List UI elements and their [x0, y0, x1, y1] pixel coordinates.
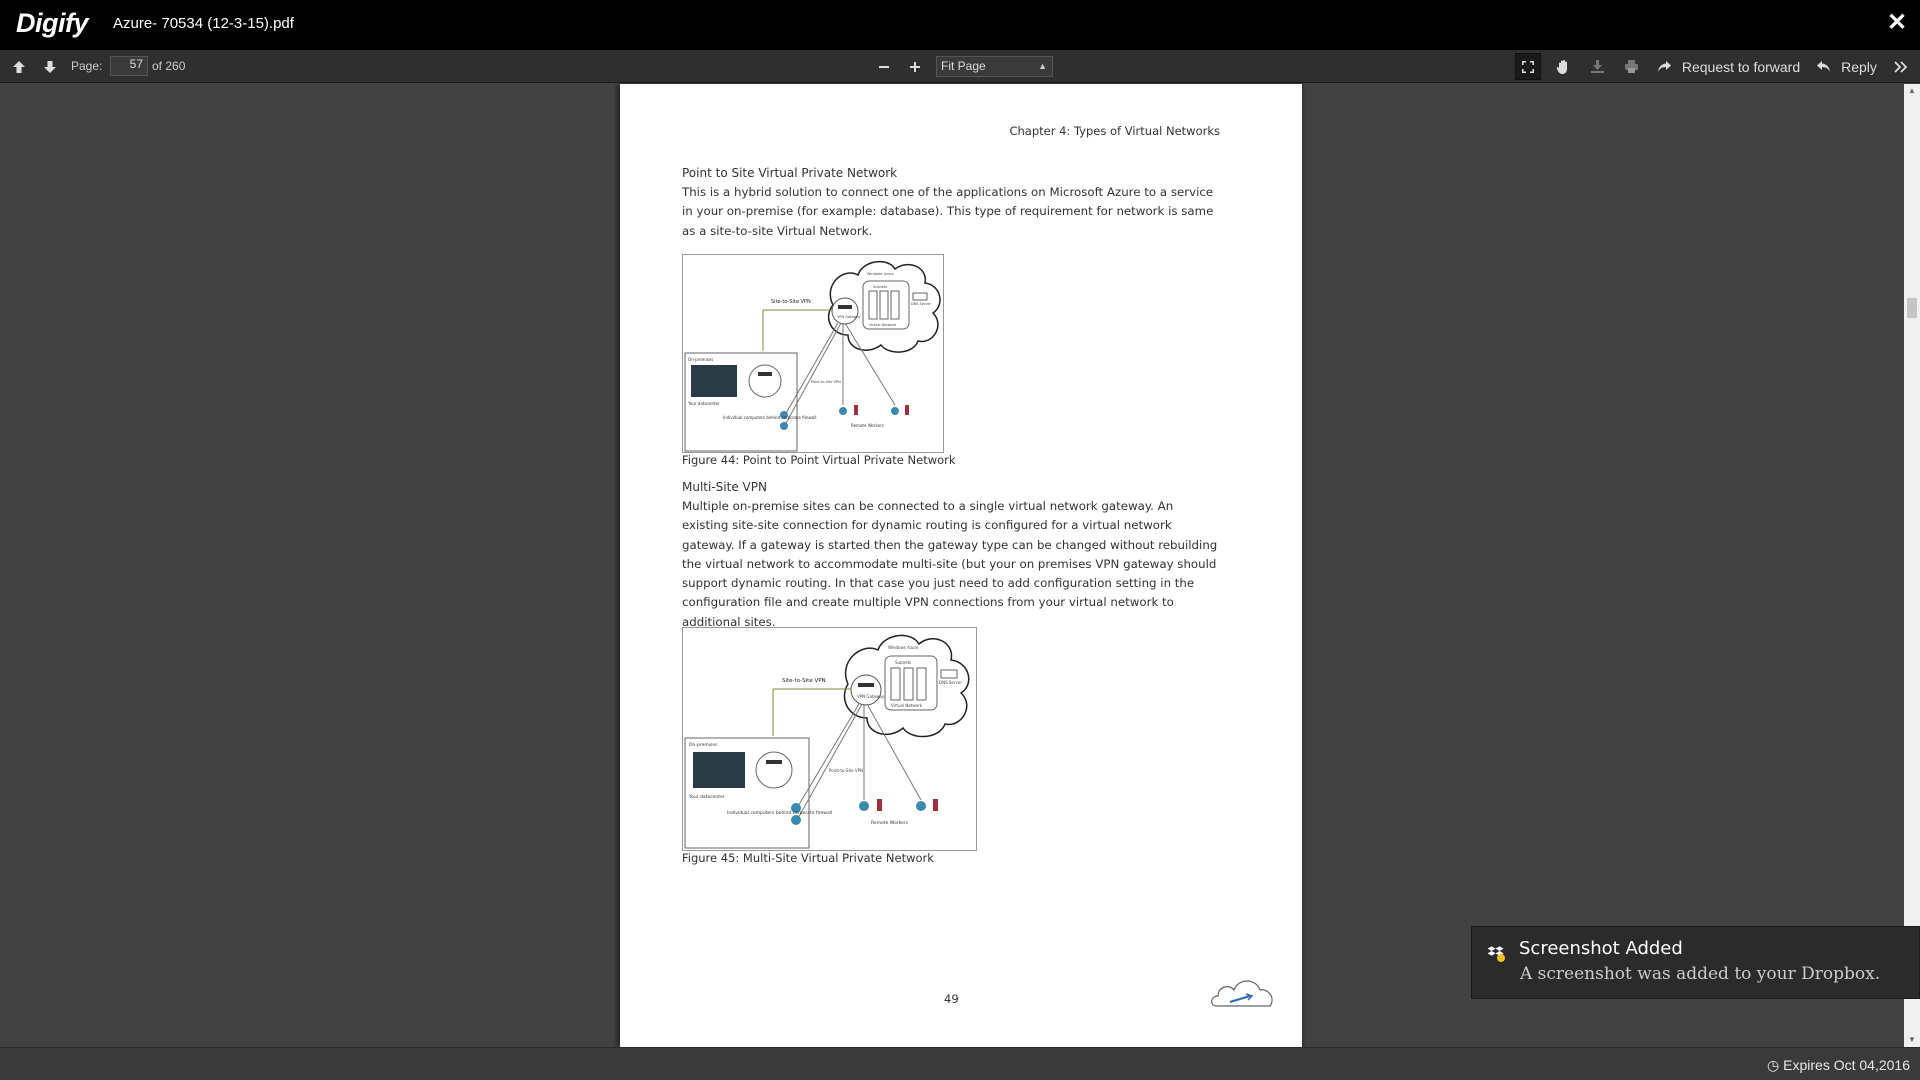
figure-45-caption: Figure 45: Multi-Site Virtual Private Ne… [682, 851, 934, 865]
diagram-label-individual-computers: Individual computers behind corporate fi… [723, 415, 817, 420]
zoom-select[interactable]: Fit Page ▲ [936, 56, 1053, 77]
diagram-label-on-premises: On-premises [688, 357, 713, 362]
forward-icon[interactable] [1653, 50, 1675, 83]
download-icon[interactable] [1586, 50, 1608, 83]
dropbox-notification[interactable]: Screenshot Added A screenshot was added … [1471, 926, 1920, 999]
section-paragraph-point-to-site: This is a hybrid solution to connect one… [682, 185, 1214, 238]
diagram-label-site-to-site: Site-to-Site VPN [782, 678, 826, 684]
diagram-label-your-datacenter: Your datacenter [687, 401, 720, 406]
page-label: Page: [71, 59, 103, 73]
figure-44-caption: Figure 44: Point to Point Virtual Privat… [682, 453, 956, 467]
reply-icon[interactable] [1812, 50, 1834, 83]
diagram-label-subnets: Subnets [895, 660, 911, 665]
figure-44-diagram: Site-to-Site VPN Windows Azure Subnets V… [682, 254, 944, 453]
section-title-point-to-site: Point to Site Virtual Private Network [682, 166, 898, 180]
double-chevron-right-icon[interactable] [1890, 50, 1912, 83]
expires-text: ◷ Expires Oct 04,2016 [1767, 1057, 1910, 1074]
status-bar: ◷ Expires Oct 04,2016 [0, 1047, 1920, 1080]
document-viewer[interactable]: Chapter 4: Types of Virtual Networks Poi… [0, 84, 1904, 1047]
arrow-up-icon[interactable] [8, 50, 30, 83]
chapter-header: Chapter 4: Types of Virtual Networks [1009, 124, 1220, 138]
dropbox-icon [1486, 943, 1506, 963]
diagram-label-point-to-site: Point-to-Site VPN [811, 380, 841, 384]
title-bar: Digify Azure- 70534 (12-3-15).pdf ✕ [0, 0, 1920, 50]
scroll-thumb[interactable] [1907, 298, 1917, 318]
reply-button[interactable]: Reply [1838, 50, 1880, 83]
diagram-label-your-datacenter: Your datacenter [688, 794, 725, 800]
select-arrows-icon: ▲ [1038, 61, 1047, 71]
diagram-label-dns-server: DNS Server [939, 680, 962, 685]
fullscreen-icon[interactable] [1515, 53, 1541, 80]
page-total: of 260 [152, 59, 186, 73]
page-number-input[interactable]: 57 [110, 56, 148, 76]
diagram-label-individual-computers: Individual computers behind corporate fi… [727, 810, 832, 816]
section-paragraph-multi-site: Multiple on-premise sites can be connect… [682, 499, 1218, 629]
scroll-up-icon[interactable]: ▲ [1904, 84, 1920, 98]
notification-body: A screenshot was added to your Dropbox. [1520, 964, 1881, 984]
diagram-label-site-to-site: Site-to-Site VPN [771, 299, 811, 305]
minus-icon[interactable] [873, 50, 895, 83]
plus-icon[interactable] [904, 50, 926, 83]
diagram-label-virtual-network: Virtual Network [891, 703, 923, 708]
hand-icon[interactable] [1552, 50, 1574, 83]
diagram-label-vpn-gateway: VPN Gateway [857, 694, 885, 699]
app-logo: Digify [16, 8, 89, 38]
diagram-label-remote-workers: Remote Workers [871, 820, 909, 826]
diagram-label-windows-azure: Windows Azure [867, 272, 894, 276]
figure-45-diagram: Site-to-Site VPN Windows Azure Subnets V… [682, 627, 977, 851]
arrow-down-icon[interactable] [39, 50, 61, 83]
vertical-scrollbar[interactable]: ▲ ▼ [1904, 84, 1920, 1047]
close-icon[interactable]: ✕ [1886, 11, 1908, 35]
diagram-label-on-premises: On-premises [689, 742, 718, 748]
clock-icon: ◷ [1767, 1057, 1780, 1073]
diagram-label-dns-server: DNS Server [911, 302, 932, 306]
diagram-label-point-to-site: Point-to-Site VPN [829, 768, 863, 773]
cloud-logo-icon [1210, 976, 1276, 1016]
toolbar: Page: 57 of 260 Fit Page ▲ Request to fo… [0, 50, 1920, 83]
section-title-multi-site: Multi-Site VPN [682, 480, 767, 494]
page-number: 49 [944, 992, 959, 1006]
pdf-page: Chapter 4: Types of Virtual Networks Poi… [620, 84, 1302, 1047]
diagram-label-subnets: Subnets [873, 285, 887, 289]
zoom-value: Fit Page [941, 59, 986, 73]
request-to-forward-button[interactable]: Request to forward [1680, 50, 1802, 83]
diagram-label-virtual-network: Virtual Network [869, 323, 897, 327]
scroll-down-icon[interactable]: ▼ [1904, 1033, 1920, 1047]
diagram-label-vpn-gateway: VPN Gateway [837, 315, 861, 319]
document-filename: Azure- 70534 (12-3-15).pdf [113, 15, 294, 32]
diagram-label-windows-azure: Windows Azure [888, 645, 919, 650]
print-icon[interactable] [1620, 50, 1642, 83]
expires-label: Expires Oct 04,2016 [1783, 1057, 1910, 1073]
diagram-label-remote-workers: Remote Workers [851, 423, 884, 428]
notification-title: Screenshot Added [1519, 938, 1683, 959]
